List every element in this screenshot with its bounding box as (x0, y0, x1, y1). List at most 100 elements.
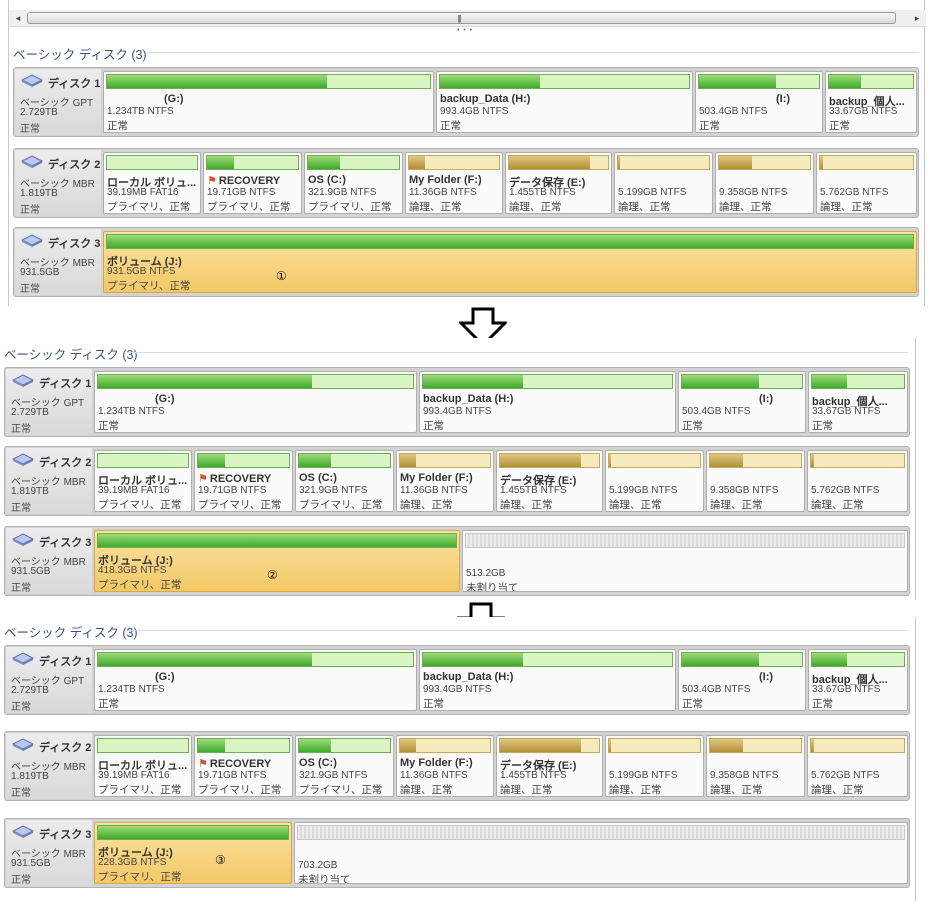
unallocated-size: 513.2GB (466, 568, 506, 579)
partition-d2-6[interactable]: 9.358GB NTFS 論理、正常 (715, 152, 814, 214)
scroll-left-icon[interactable]: ◂ (10, 10, 26, 27)
partition-d1-3[interactable]: backup_個人... 33.67GB NTFS 正常 (808, 371, 908, 433)
disk-row-1[interactable]: ディスク 1 ベーシック GPT 2.729TB 正常 (G:) 1.234TB… (4, 645, 910, 715)
scroll-track[interactable]: ||| (27, 12, 908, 24)
partition-d1-1[interactable]: backup_Data (H:) 993.4GB NTFS 正常 (419, 649, 676, 711)
disk-row-3[interactable]: ディスク 3 ベーシック MBR 931.5GB 正常 ボリューム (J:) 4… (4, 526, 910, 596)
usage-fill (829, 75, 861, 88)
partition-d2-5[interactable]: 5.199GB NTFS 論理、正常 (605, 450, 704, 512)
partition-d1-1[interactable]: backup_Data (H:) 993.4GB NTFS 正常 (419, 371, 676, 433)
disk-info[interactable]: ディスク 3 ベーシック MBR 931.5GB 正常 (6, 820, 92, 886)
partition-status: 論理、正常 (719, 201, 772, 213)
disk-info[interactable]: ディスク 2 ベーシック MBR 1.819TB 正常 (6, 448, 92, 514)
scroll-thumb[interactable]: ||| (27, 12, 896, 24)
partition-d2-4[interactable]: データ保存 (E:) 1.455TB NTFS 論理、正常 (505, 152, 612, 214)
disk-row-2[interactable]: ディスク 2 ベーシック MBR 1.819TB 正常 ローカル ボリュ... … (4, 446, 910, 516)
partition-d2-2[interactable]: OS (C:) 321.9GB NTFS プライマリ、正常 (304, 152, 403, 214)
usage-bar (97, 825, 289, 840)
partition-d2-2[interactable]: OS (C:) 321.9GB NTFS プライマリ、正常 (295, 450, 394, 512)
disk-drive-icon (21, 155, 43, 168)
partition-d2-0[interactable]: ローカル ボリュ... 39.19MB FAT16 プライマリ、正常 (94, 735, 192, 797)
partition-detail: 9.358GB NTFS (710, 770, 779, 781)
partition-d1-2[interactable]: (I:) 503.4GB NTFS 正常 (678, 649, 806, 711)
partition-d2-4[interactable]: データ保存 (E:) 1.455TB NTFS 論理、正常 (496, 450, 603, 512)
usage-bar (298, 453, 391, 468)
disk-row-1[interactable]: ディスク 1 ベーシック GPT 2.729TB 正常 (G:) 1.234TB… (13, 67, 919, 137)
partition-label: My Folder (F:) (400, 472, 473, 484)
partition-label-text: RECOVERY (218, 175, 281, 187)
partition-d2-3[interactable]: My Folder (F:) 11.36GB NTFS 論理、正常 (396, 735, 494, 797)
partition-d1-0[interactable]: (G:) 1.234TB NTFS 正常 (103, 71, 434, 133)
disk-info[interactable]: ディスク 2 ベーシック MBR 1.819TB 正常 (6, 733, 92, 799)
partition-d2-5[interactable]: 5.199GB NTFS 論理、正常 (614, 152, 713, 214)
partition-d1-2[interactable]: (I:) 503.4GB NTFS 正常 (695, 71, 823, 133)
partition-detail: 19.71GB NTFS (198, 770, 267, 781)
usage-bar (811, 652, 905, 667)
partition-label: (G:) (164, 93, 184, 105)
partition-d2-0[interactable]: ローカル ボリュ... 39.19MB FAT16 プライマリ、正常 (94, 450, 192, 512)
partition-d2-3[interactable]: My Folder (F:) 11.36GB NTFS 論理、正常 (405, 152, 503, 214)
partition-d2-1[interactable]: ⚑ RECOVERY 19.71GB NTFS プライマリ、正常 (194, 735, 293, 797)
disk-size: 1.819TB (20, 188, 58, 199)
partition-d2-7[interactable]: 5.762GB NTFS 論理、正常 (807, 735, 908, 797)
disk-info[interactable]: ディスク 3 ベーシック MBR 931.5GB 正常 (6, 528, 92, 594)
disk-info[interactable]: ディスク 3 ベーシック MBR 931.5GB 正常 (15, 229, 101, 295)
horizontal-scrollbar[interactable]: ◂ ||| ▸ (9, 10, 926, 27)
partition-d2-7[interactable]: 5.762GB NTFS 論理、正常 (807, 450, 908, 512)
usage-fill (811, 454, 814, 467)
disk-row-3[interactable]: ディスク 3 ベーシック MBR 931.5GB 正常 ボリューム (J:) 9… (13, 227, 919, 297)
partition-d2-0[interactable]: ローカル ボリュ... 39.19MB FAT16 プライマリ、正常 (103, 152, 201, 214)
partition-d2-2[interactable]: OS (C:) 321.9GB NTFS プライマリ、正常 (295, 735, 394, 797)
disk-row-3[interactable]: ディスク 3 ベーシック MBR 931.5GB 正常 ボリューム (J:) 2… (4, 818, 910, 888)
partition-label: OS (C:) (308, 174, 346, 186)
partition-d1-3[interactable]: backup_個人... 33.67GB NTFS 正常 (825, 71, 917, 133)
partition-d2-7[interactable]: 5.762GB NTFS 論理、正常 (816, 152, 917, 214)
volume-j-selected[interactable]: ボリューム (J:) 931.5GB NTFS プライマリ、正常 ① (103, 231, 917, 293)
partition-d2-1[interactable]: ⚑ RECOVERY 19.71GB NTFS プライマリ、正常 (203, 152, 302, 214)
usage-fill (500, 739, 582, 752)
partition-d1-0[interactable]: (G:) 1.234TB NTFS 正常 (94, 649, 417, 711)
partition-d2-3[interactable]: My Folder (F:) 11.36GB NTFS 論理、正常 (396, 450, 494, 512)
unallocated-space[interactable]: 703.2GB 未割り当て (294, 822, 908, 884)
unallocated-bar (297, 825, 905, 840)
partition-d1-3[interactable]: backup_個人... 33.67GB NTFS 正常 (808, 649, 908, 711)
partition-detail: 11.36GB NTFS (400, 770, 468, 781)
partition-status: 正常 (440, 120, 461, 132)
usage-fill (710, 454, 743, 467)
disk-name: ディスク 3 (39, 537, 92, 549)
usage-bar (439, 74, 690, 89)
disk-row-1[interactable]: ディスク 1 ベーシック GPT 2.729TB 正常 (G:) 1.234TB… (4, 367, 910, 437)
partition-d1-2[interactable]: (I:) 503.4GB NTFS 正常 (678, 371, 806, 433)
partition-d2-1[interactable]: ⚑ RECOVERY 19.71GB NTFS プライマリ、正常 (194, 450, 293, 512)
scroll-right-icon[interactable]: ▸ (909, 10, 925, 27)
unallocated-space[interactable]: 513.2GB 未割り当て (462, 530, 908, 592)
splitter-handle-icon[interactable]: • • • (457, 27, 473, 34)
partition-d2-4[interactable]: データ保存 (E:) 1.455TB NTFS 論理、正常 (496, 735, 603, 797)
disk-row-2[interactable]: ディスク 2 ベーシック MBR 1.819TB 正常 ローカル ボリュ... … (13, 148, 919, 218)
volume-j-selected[interactable]: ボリューム (J:) 418.3GB NTFS プライマリ、正常 ② (94, 530, 460, 592)
partition-label: backup_Data (H:) (423, 671, 514, 683)
grip-icon: ||| (457, 14, 462, 23)
disk-name: ディスク 1 (48, 78, 101, 90)
disk-info[interactable]: ディスク 1 ベーシック GPT 2.729TB 正常 (6, 369, 92, 435)
partition-d1-1[interactable]: backup_Data (H:) 993.4GB NTFS 正常 (436, 71, 693, 133)
partition-d2-5[interactable]: 5.199GB NTFS 論理、正常 (605, 735, 704, 797)
unallocated-label: 未割り当て (298, 874, 351, 884)
partition-detail: 993.4GB NTFS (423, 406, 492, 417)
usage-bar (408, 155, 500, 170)
partition-d1-0[interactable]: (G:) 1.234TB NTFS 正常 (94, 371, 417, 433)
partition-status: 論理、正常 (409, 201, 462, 213)
disk-state: 正常 (11, 875, 31, 886)
disk-row-2[interactable]: ディスク 2 ベーシック MBR 1.819TB 正常 ローカル ボリュ... … (4, 731, 910, 801)
partition-status: プライマリ、正常 (299, 784, 383, 796)
usage-fill (609, 739, 611, 752)
disk-info[interactable]: ディスク 2 ベーシック MBR 1.819TB 正常 (15, 150, 101, 216)
volume-j-selected[interactable]: ボリューム (J:) 228.3GB NTFS プライマリ、正常 ③ (94, 822, 292, 884)
partition-detail: 993.4GB NTFS (440, 106, 509, 117)
usage-fill (500, 454, 582, 467)
partition-d2-6[interactable]: 9.358GB NTFS 論理、正常 (706, 735, 805, 797)
usage-fill (710, 739, 743, 752)
disk-info[interactable]: ディスク 1 ベーシック GPT 2.729TB 正常 (6, 647, 92, 713)
partition-d2-6[interactable]: 9.358GB NTFS 論理、正常 (706, 450, 805, 512)
disk-info[interactable]: ディスク 1 ベーシック GPT 2.729TB 正常 (15, 69, 101, 135)
